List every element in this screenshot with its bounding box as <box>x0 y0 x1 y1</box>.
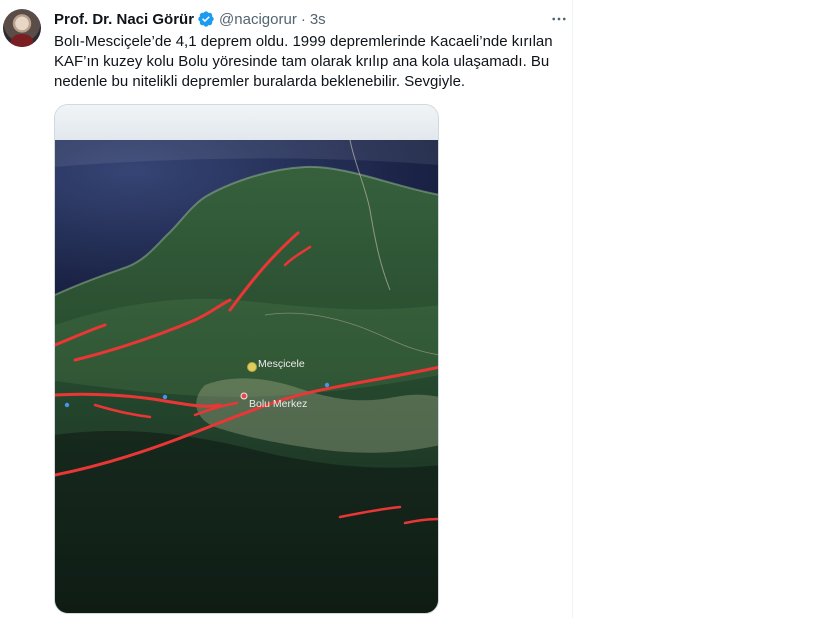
display-name[interactable]: Prof. Dr. Naci Görür <box>54 11 194 28</box>
tweet[interactable]: Prof. Dr. Naci Görür @nacigorur · 3s Bol… <box>0 0 573 618</box>
handle[interactable]: @nacigorur <box>219 11 297 28</box>
tweet-text: Bolı-Mesciçele’de 4,1 deprem oldu. 1999 … <box>54 33 553 90</box>
photo-background <box>55 105 438 145</box>
tweet-header: Prof. Dr. Naci Görür @nacigorur · 3s <box>54 9 326 29</box>
photo-vignette <box>55 140 438 613</box>
timestamp[interactable]: 3s <box>310 11 326 28</box>
more-options-icon[interactable] <box>548 9 570 29</box>
avatar[interactable] <box>3 9 41 47</box>
verified-badge-icon <box>197 10 215 28</box>
tweet-media-image[interactable]: Mesçicele Bolu Merkez <box>54 104 439 614</box>
separator-dot: · <box>300 10 306 28</box>
